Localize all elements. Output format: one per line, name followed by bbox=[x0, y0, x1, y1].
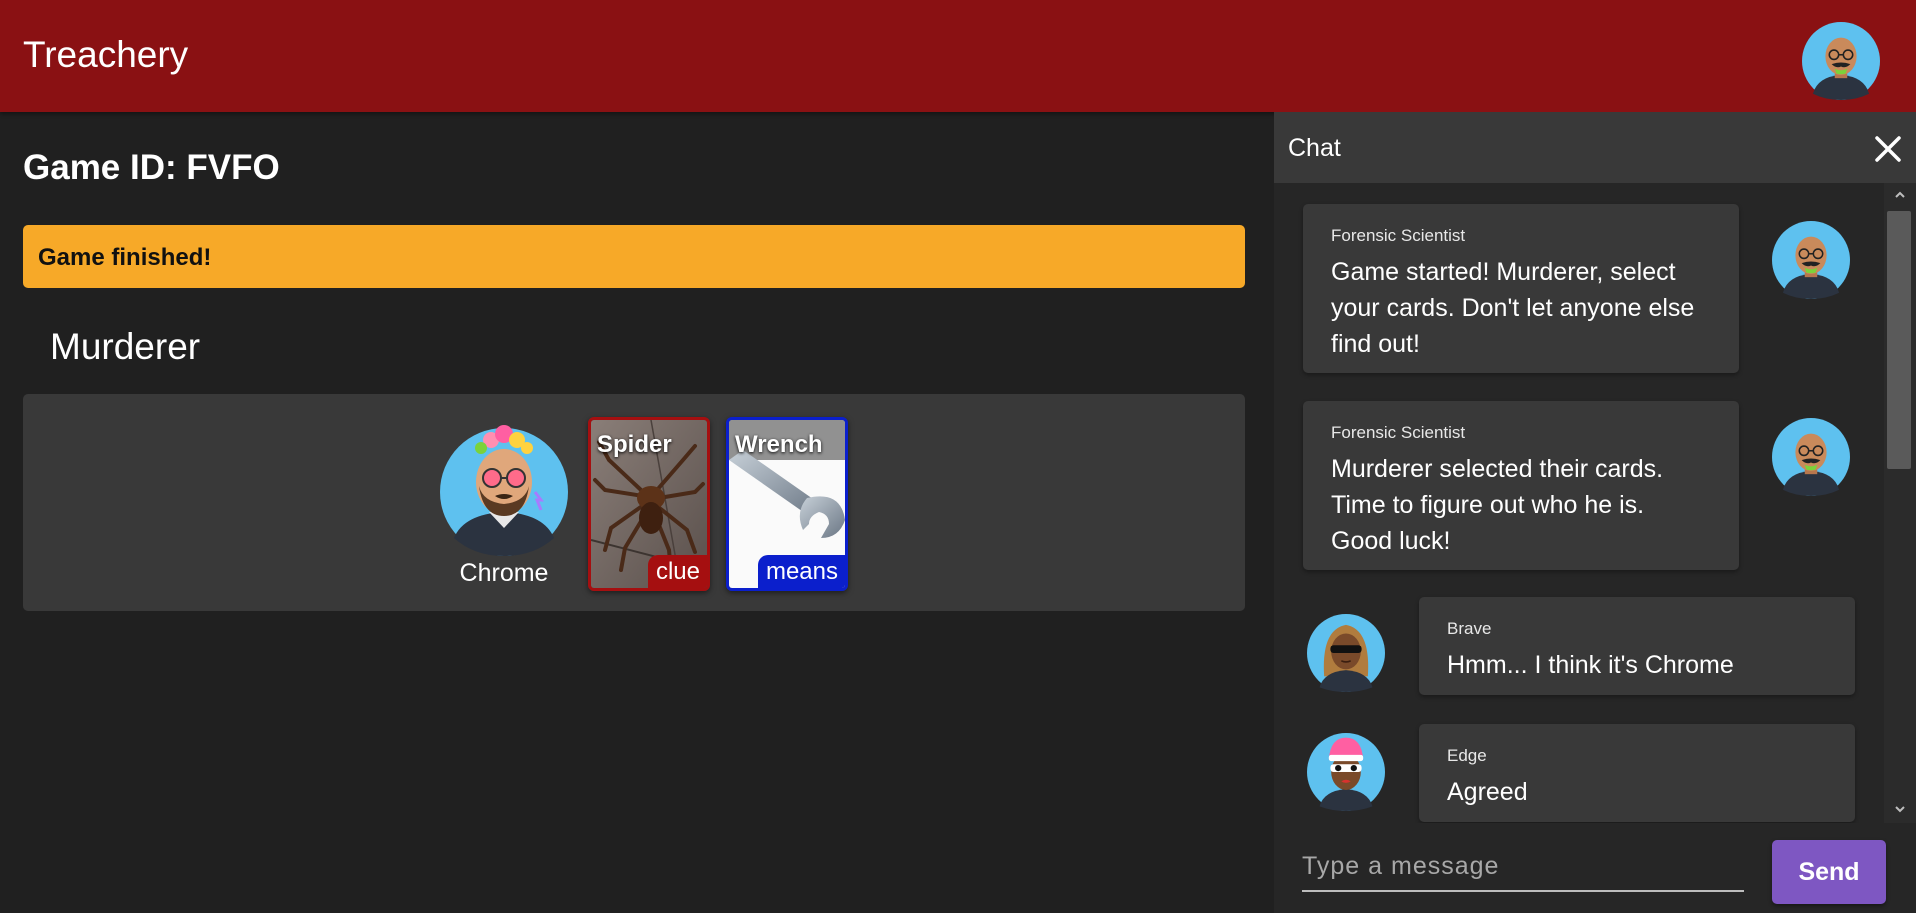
user-avatar-icon bbox=[1772, 221, 1850, 299]
close-icon[interactable] bbox=[1873, 134, 1903, 164]
chevron-up-icon[interactable] bbox=[1894, 189, 1906, 201]
app-title: Treachery bbox=[23, 34, 189, 75]
chat-message: Brave Hmm... I think it's Chrome bbox=[1419, 597, 1855, 695]
user-avatar-icon bbox=[1307, 614, 1385, 692]
chat-scrollbar[interactable] bbox=[1884, 183, 1916, 823]
message-text: Hmm... I think it's Chrome bbox=[1447, 651, 1734, 679]
app-bar: Treachery bbox=[0, 0, 1916, 112]
chat-message-list: Forensic Scientist Game started! Murdere… bbox=[1274, 183, 1884, 823]
chat-message: Edge Agreed bbox=[1419, 724, 1855, 822]
chat-title: Chat bbox=[1288, 134, 1341, 162]
game-status-banner: Game finished! bbox=[23, 225, 1245, 288]
player-avatar bbox=[440, 425, 568, 556]
game-panel: Game ID: FVFO Game finished! Murderer Ch… bbox=[0, 112, 1274, 913]
message-input[interactable] bbox=[1302, 842, 1744, 892]
role-title: Murderer bbox=[50, 326, 201, 367]
card-name: Wrench bbox=[735, 431, 823, 458]
scrollbar-thumb[interactable] bbox=[1887, 211, 1911, 469]
game-id: Game ID: FVFO bbox=[23, 148, 280, 187]
message-text: Game started! Murderer, select your card… bbox=[1331, 258, 1695, 358]
card-type-badge: clue bbox=[647, 555, 707, 588]
send-button[interactable]: Send bbox=[1772, 840, 1886, 904]
message-author: Forensic Scientist bbox=[1331, 423, 1466, 442]
user-avatar-icon[interactable] bbox=[1802, 22, 1880, 100]
card-type-badge: means bbox=[757, 555, 845, 588]
clue-card[interactable]: Spider clue bbox=[588, 417, 710, 591]
chat-message: Forensic Scientist Game started! Murdere… bbox=[1303, 204, 1739, 373]
message-author: Forensic Scientist bbox=[1331, 226, 1466, 245]
message-text: Murderer selected their cards. Time to f… bbox=[1331, 455, 1664, 555]
message-text: Agreed bbox=[1447, 778, 1528, 806]
chat-header: Chat bbox=[1274, 112, 1916, 183]
user-avatar-icon bbox=[1307, 733, 1385, 811]
player-name: Chrome bbox=[459, 559, 549, 587]
card-name: Spider bbox=[597, 431, 672, 458]
message-author: Edge bbox=[1447, 746, 1487, 765]
message-author: Brave bbox=[1447, 619, 1492, 638]
chat-panel: Chat Forensic Scientist Game started! Mu… bbox=[1274, 112, 1916, 913]
user-avatar-icon bbox=[1772, 418, 1850, 496]
chevron-down-icon[interactable] bbox=[1894, 803, 1906, 815]
chat-message: Forensic Scientist Murderer selected the… bbox=[1303, 401, 1739, 570]
murderer-panel: Chrome Spider clue Wrench means bbox=[23, 394, 1245, 611]
means-card[interactable]: Wrench means bbox=[726, 417, 848, 591]
